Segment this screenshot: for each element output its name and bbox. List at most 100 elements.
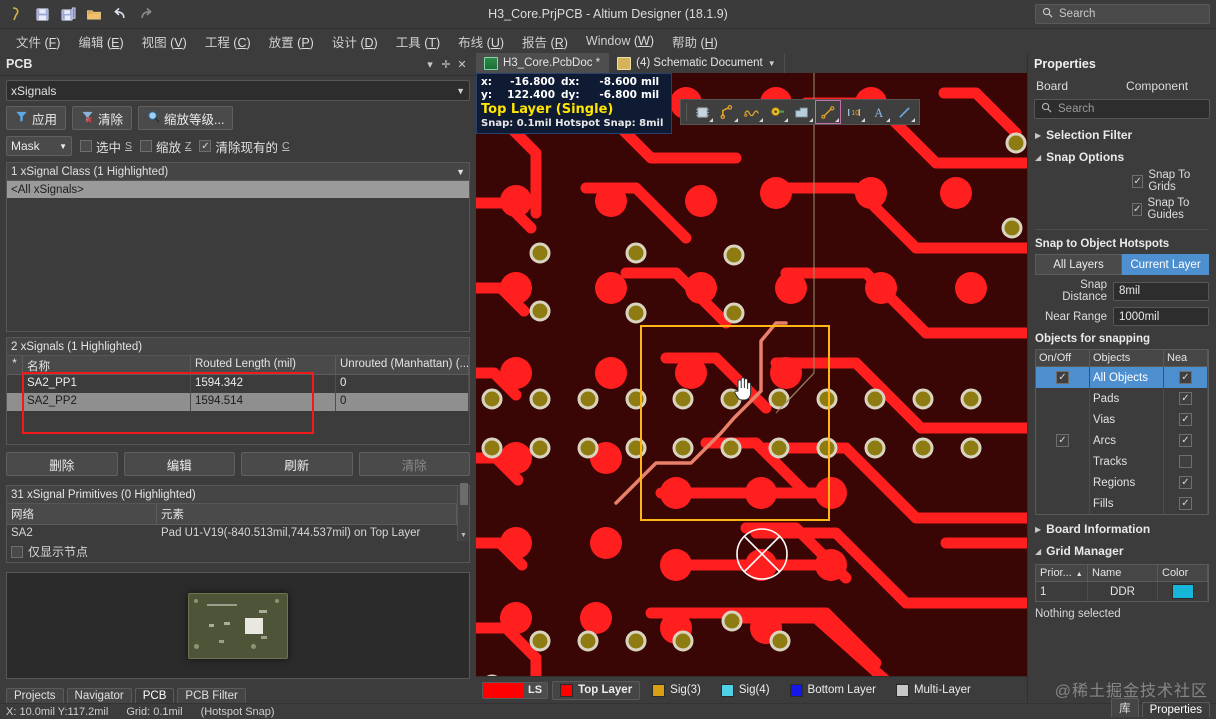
- scroll-thumb[interactable]: [459, 482, 468, 505]
- polygon-pour-icon[interactable]: [790, 101, 814, 123]
- menu-item-编辑[interactable]: 编辑 (E): [70, 30, 131, 53]
- snap-distance-input[interactable]: 8mil: [1113, 281, 1209, 301]
- via-icon[interactable]: [765, 101, 789, 123]
- object-near-checkbox[interactable]: ✓: [1179, 392, 1192, 405]
- menu-item-工程[interactable]: 工程 (C): [197, 30, 259, 53]
- object-on-off-cell[interactable]: [1036, 472, 1090, 493]
- zoom-level-button[interactable]: 缩放等级...: [138, 106, 234, 130]
- object-on-off-cell[interactable]: ✓: [1036, 430, 1090, 451]
- differential-pair-route-icon[interactable]: [740, 101, 764, 123]
- select-checkbox-row[interactable]: 选中 S: [80, 137, 132, 156]
- layer-tab-bottom-layer[interactable]: Bottom Layer: [782, 681, 884, 700]
- primitives-scrollbar[interactable]: ▲ ▼: [457, 482, 469, 541]
- menu-item-文件[interactable]: 文件 (F): [8, 30, 68, 53]
- section-selection-filter[interactable]: ▶ Selection Filter: [1028, 123, 1216, 145]
- object-near-cell[interactable]: ✓: [1164, 388, 1208, 409]
- mask-combo[interactable]: Mask ▼: [6, 136, 72, 156]
- left-panel-tab-pcb-filter[interactable]: PCB Filter: [177, 688, 246, 703]
- menu-item-报告[interactable]: 报告 (R): [514, 30, 576, 53]
- zoom-checkbox[interactable]: [140, 140, 153, 152]
- column-header-near[interactable]: Nea: [1164, 350, 1208, 366]
- tab-board[interactable]: Board: [1036, 79, 1068, 93]
- table-row[interactable]: Regions ✓: [1036, 472, 1208, 493]
- objects-for-snapping-grid[interactable]: On/Off Objects Nea ✓ All Objects ✓ Pads ✓ Via…: [1035, 349, 1209, 515]
- tab-properties[interactable]: Properties: [1141, 702, 1210, 717]
- menu-item-window[interactable]: Window (W): [578, 32, 662, 50]
- list-item[interactable]: <All xSignals>: [7, 181, 469, 198]
- save-all-icon[interactable]: [58, 4, 78, 24]
- line-icon[interactable]: [892, 101, 916, 123]
- object-near-checkbox[interactable]: [1179, 455, 1192, 468]
- layer-tab-top-layer[interactable]: Top Layer: [552, 680, 641, 700]
- column-header-net[interactable]: 网络: [7, 504, 157, 525]
- tab-component[interactable]: Component: [1126, 79, 1188, 93]
- scroll-down-icon[interactable]: ▼: [460, 531, 467, 541]
- section-grid-manager[interactable]: ◢ Grid Manager: [1028, 539, 1216, 561]
- xsignal-primitives-grid[interactable]: 31 xSignal Primitives (0 Highlighted) 网络…: [6, 482, 470, 563]
- snap-to-guides-row[interactable]: ✓ Snap To Guides: [1028, 195, 1216, 223]
- segment-current-layer[interactable]: Current Layer: [1122, 254, 1209, 275]
- color-swatch[interactable]: [1171, 584, 1194, 599]
- undo-icon[interactable]: [110, 4, 130, 24]
- snap-to-grids-row[interactable]: ✓ Snap To Grids: [1028, 167, 1216, 195]
- object-near-checkbox[interactable]: ✓: [1179, 497, 1192, 510]
- chevron-down-icon[interactable]: ▼: [456, 167, 465, 177]
- global-search-box[interactable]: Search: [1035, 4, 1210, 24]
- left-panel-tab-pcb[interactable]: PCB: [134, 688, 175, 703]
- table-row[interactable]: SA2_PP1 1594.342 0: [7, 375, 469, 393]
- show-nodes-only-checkbox[interactable]: [11, 545, 23, 558]
- table-row[interactable]: SA2 Pad U1-V19(-840.513mil,744.537mil) o…: [7, 525, 457, 541]
- menu-item-放置[interactable]: 放置 (P): [261, 30, 322, 53]
- object-near-cell[interactable]: [1164, 451, 1208, 472]
- menu-item-设计[interactable]: 设计 (D): [324, 30, 386, 53]
- menu-item-视图[interactable]: 视图 (V): [134, 30, 195, 53]
- panel-pin-icon[interactable]: ✛: [438, 58, 454, 71]
- zoom-checkbox-row[interactable]: 缩放 Z: [140, 137, 191, 156]
- properties-search-input[interactable]: Search: [1034, 99, 1210, 119]
- layer-tab-sig-3-[interactable]: Sig(3): [644, 681, 709, 700]
- menu-item-工具[interactable]: 工具 (T): [388, 30, 448, 53]
- object-near-checkbox[interactable]: ✓: [1179, 413, 1192, 426]
- object-on-off-checkbox[interactable]: ✓: [1056, 371, 1069, 384]
- column-header-priority[interactable]: Prior... ▲: [1036, 565, 1088, 581]
- apply-button[interactable]: 应用: [6, 106, 67, 130]
- route-net-icon[interactable]: [715, 101, 739, 123]
- delete-button[interactable]: 删除: [6, 452, 118, 476]
- tab-library[interactable]: 库: [1111, 698, 1139, 717]
- altium-logo-icon[interactable]: [6, 4, 26, 24]
- panel-close-icon[interactable]: ✕: [454, 58, 470, 71]
- object-on-off-cell[interactable]: [1036, 451, 1090, 472]
- string-icon[interactable]: A: [867, 101, 891, 123]
- clear-existing-checkbox[interactable]: ✓: [199, 140, 212, 152]
- column-header-name[interactable]: Name: [1088, 565, 1158, 581]
- grid-row-color[interactable]: [1158, 582, 1208, 601]
- table-row[interactable]: SA2_PP2 1594.514 0: [7, 393, 469, 411]
- interactive-length-tuning-icon[interactable]: [815, 100, 841, 124]
- object-on-off-cell[interactable]: [1036, 409, 1090, 430]
- refresh-button[interactable]: 刷新: [241, 452, 353, 476]
- layer-tab-sig-4-[interactable]: Sig(4): [713, 681, 778, 700]
- xsignal-class-listbox[interactable]: 1 xSignal Class (1 Highlighted) ▼ <All x…: [6, 162, 470, 332]
- column-header-name[interactable]: 名称: [23, 356, 191, 374]
- object-near-cell[interactable]: ✓: [1164, 472, 1208, 493]
- object-near-cell[interactable]: ✓: [1164, 409, 1208, 430]
- column-header-color[interactable]: Color: [1158, 565, 1208, 581]
- open-folder-icon[interactable]: [84, 4, 104, 24]
- scope-combo[interactable]: xSignals ▼: [6, 80, 470, 101]
- menu-item-帮助[interactable]: 帮助 (H): [664, 30, 726, 53]
- redo-icon[interactable]: [136, 4, 156, 24]
- layer-tab-ls[interactable]: LS: [482, 681, 549, 699]
- grid-manager-grid[interactable]: Prior... ▲ Name Color 1 DDR: [1035, 564, 1209, 602]
- layer-tab-multi-layer[interactable]: Multi-Layer: [888, 681, 979, 700]
- object-on-off-cell[interactable]: [1036, 388, 1090, 409]
- clear-existing-checkbox-row[interactable]: ✓ 清除现有的 C: [199, 137, 290, 156]
- section-snap-options[interactable]: ◢ Snap Options: [1028, 145, 1216, 167]
- tab-schematic-document[interactable]: (4) Schematic Document ▼: [609, 53, 785, 73]
- tab-pcb-document[interactable]: H3_Core.PcbDoc *: [476, 53, 610, 73]
- object-on-off-cell[interactable]: ✓: [1036, 367, 1090, 388]
- edit-button[interactable]: 编辑: [123, 452, 235, 476]
- column-header-routed-length[interactable]: Routed Length (mil): [191, 356, 336, 374]
- object-near-cell[interactable]: ✓: [1164, 367, 1208, 388]
- near-range-input[interactable]: 1000mil: [1113, 307, 1209, 326]
- object-on-off-cell[interactable]: [1036, 493, 1090, 514]
